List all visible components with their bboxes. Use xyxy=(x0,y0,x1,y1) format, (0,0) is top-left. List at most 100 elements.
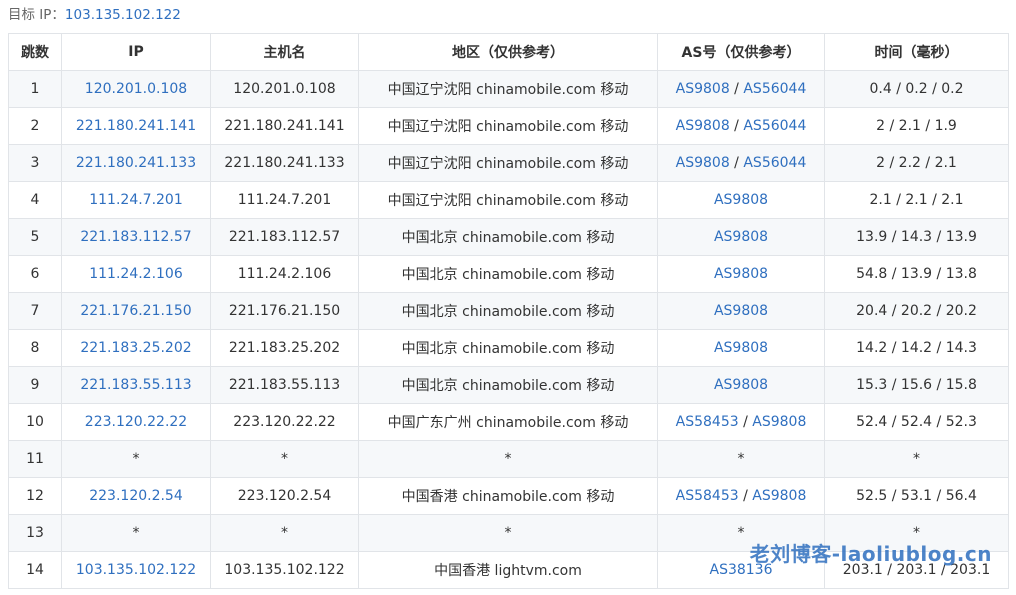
as-link[interactable]: AS56044 xyxy=(743,155,806,171)
cell-region: * xyxy=(358,440,658,478)
as-link[interactable]: AS9808 xyxy=(714,377,768,393)
as-link[interactable]: AS9808 xyxy=(714,340,768,356)
cell-time-text: 54.8 / 13.9 / 13.8 xyxy=(856,266,977,282)
header-as: AS号（仅供参考） xyxy=(657,33,825,71)
as-separator: / xyxy=(729,155,744,171)
cell-region: 中国广东广州 chinamobile.com 移动 xyxy=(358,403,658,441)
cell-region: 中国北京 chinamobile.com 移动 xyxy=(358,218,658,256)
cell-hostname-text: * xyxy=(281,451,288,467)
cell-ip-text[interactable]: 223.120.22.22 xyxy=(85,414,187,430)
cell-time-text: 2 / 2.1 / 1.9 xyxy=(876,118,957,134)
cell-time-text: 14.2 / 14.2 / 14.3 xyxy=(856,340,977,356)
cell-as: AS9808 xyxy=(657,329,825,367)
cell-region-text: 中国北京 chinamobile.com 移动 xyxy=(401,230,615,246)
cell-region-text: 中国广东广州 chinamobile.com 移动 xyxy=(387,415,629,431)
cell-ip: 221.183.55.113 xyxy=(61,366,211,404)
as-link[interactable]: AS9808 xyxy=(752,414,806,430)
cell-hop-text: 14 xyxy=(26,562,44,578)
cell-hop: 14 xyxy=(8,551,62,589)
cell-hostname-text: 223.120.2.54 xyxy=(237,488,332,504)
cell-as: AS9808 xyxy=(657,255,825,293)
cell-hop: 12 xyxy=(8,477,62,515)
cell-region: 中国北京 chinamobile.com 移动 xyxy=(358,366,658,404)
table-row: 7 221.176.21.150 221.176.21.150 中国北京 chinam… xyxy=(8,292,1009,330)
cell-ip-text[interactable]: 111.24.7.201 xyxy=(89,192,183,208)
as-link[interactable]: AS9808 xyxy=(752,488,806,504)
as-link[interactable]: AS9808 xyxy=(714,229,768,245)
cell-region-text: 中国北京 chinamobile.com 移动 xyxy=(401,341,615,357)
cell-ip-text[interactable]: 103.135.102.122 xyxy=(76,562,196,578)
cell-time: 0.4 / 0.2 / 0.2 xyxy=(824,70,1009,108)
cell-ip: * xyxy=(61,514,211,552)
as-link[interactable]: AS9808 xyxy=(676,81,730,97)
cell-hop: 1 xyxy=(8,70,62,108)
cell-hop: 2 xyxy=(8,107,62,145)
target-ip-value: 103.135.102.122 xyxy=(64,7,181,23)
cell-hop: 3 xyxy=(8,144,62,182)
cell-hop-text: 10 xyxy=(26,414,44,430)
cell-region: 中国辽宁沈阳 chinamobile.com 移动 xyxy=(358,107,658,145)
as-link[interactable]: AS9808 xyxy=(676,118,730,134)
as-link[interactable]: AS58453 xyxy=(676,414,739,430)
cell-ip: 103.135.102.122 xyxy=(61,551,211,589)
as-separator: / xyxy=(729,81,744,97)
cell-hostname: 111.24.7.201 xyxy=(210,181,359,219)
cell-ip-text[interactable]: 221.183.55.113 xyxy=(80,377,191,393)
as-link[interactable]: AS56044 xyxy=(743,118,806,134)
traceroute-table: 跳数 IP 主机名 地区（仅供参考） AS号（仅供参考） 时间（毫秒） 1 120… xyxy=(8,33,1009,589)
cell-hostname: 103.135.102.122 xyxy=(210,551,359,589)
cell-ip: 221.180.241.141 xyxy=(61,107,211,145)
as-separator: / xyxy=(738,414,753,430)
header-region: 地区（仅供参考） xyxy=(358,33,658,71)
as-link[interactable]: AS9808 xyxy=(714,266,768,282)
header-hop: 跳数 xyxy=(8,33,62,71)
cell-time: 15.3 / 15.6 / 15.8 xyxy=(824,366,1009,404)
cell-time-text: 15.3 / 15.6 / 15.8 xyxy=(856,377,977,393)
cell-ip-text[interactable]: 111.24.2.106 xyxy=(89,266,183,282)
cell-time: 13.9 / 14.3 / 13.9 xyxy=(824,218,1009,256)
cell-hostname-text: 221.180.241.133 xyxy=(224,155,345,171)
cell-time-text: 52.4 / 52.4 / 52.3 xyxy=(856,414,977,430)
as-link[interactable]: AS56044 xyxy=(743,81,806,97)
cell-ip-text[interactable]: 223.120.2.54 xyxy=(89,488,183,504)
cell-hop-text: 11 xyxy=(26,451,44,467)
table-row: 2 221.180.241.141 221.180.241.141 中国辽宁沈阳 ch… xyxy=(8,107,1009,145)
cell-ip: 221.180.241.133 xyxy=(61,144,211,182)
cell-hop: 7 xyxy=(8,292,62,330)
cell-as: * xyxy=(657,440,825,478)
cell-ip-text[interactable]: 221.176.21.150 xyxy=(80,303,191,319)
cell-ip: 221.183.25.202 xyxy=(61,329,211,367)
cell-time-text: 52.5 / 53.1 / 56.4 xyxy=(856,488,977,504)
cell-hostname: * xyxy=(210,514,359,552)
as-link[interactable]: AS9808 xyxy=(676,155,730,171)
as-link[interactable]: AS9808 xyxy=(714,303,768,319)
cell-hop: 8 xyxy=(8,329,62,367)
cell-hop-text: 13 xyxy=(26,525,44,541)
cell-hostname-text: 221.176.21.150 xyxy=(228,303,341,319)
cell-ip-text[interactable]: 221.183.25.202 xyxy=(80,340,191,356)
cell-ip-text[interactable]: 221.180.241.141 xyxy=(76,118,196,134)
cell-hostname: * xyxy=(210,440,359,478)
cell-time: 52.5 / 53.1 / 56.4 xyxy=(824,477,1009,515)
cell-hop-text: 6 xyxy=(30,266,40,282)
header-time: 时间（毫秒） xyxy=(824,33,1009,71)
cell-region-text: 中国辽宁沈阳 chinamobile.com 移动 xyxy=(387,119,629,135)
cell-hop: 6 xyxy=(8,255,62,293)
target-ip-label: 目标 IP： xyxy=(8,7,65,23)
cell-region: 中国香港 chinamobile.com 移动 xyxy=(358,477,658,515)
cell-time: * xyxy=(824,440,1009,478)
cell-hostname-text: * xyxy=(281,525,288,541)
cell-time: 2 / 2.2 / 2.1 xyxy=(824,144,1009,182)
cell-hostname-text: 221.183.25.202 xyxy=(228,340,341,356)
cell-hostname: 221.183.55.113 xyxy=(210,366,359,404)
as-separator: / xyxy=(729,118,744,134)
cell-time: 54.8 / 13.9 / 13.8 xyxy=(824,255,1009,293)
cell-hop-text: 1 xyxy=(30,81,40,97)
cell-region: 中国辽宁沈阳 chinamobile.com 移动 xyxy=(358,181,658,219)
cell-ip-text[interactable]: 120.201.0.108 xyxy=(85,81,187,97)
cell-ip-text[interactable]: 221.183.112.57 xyxy=(80,229,191,245)
as-link[interactable]: AS9808 xyxy=(714,192,768,208)
cell-hostname: 221.180.241.133 xyxy=(210,144,359,182)
cell-ip-text[interactable]: 221.180.241.133 xyxy=(76,155,196,171)
as-link[interactable]: AS58453 xyxy=(676,488,739,504)
